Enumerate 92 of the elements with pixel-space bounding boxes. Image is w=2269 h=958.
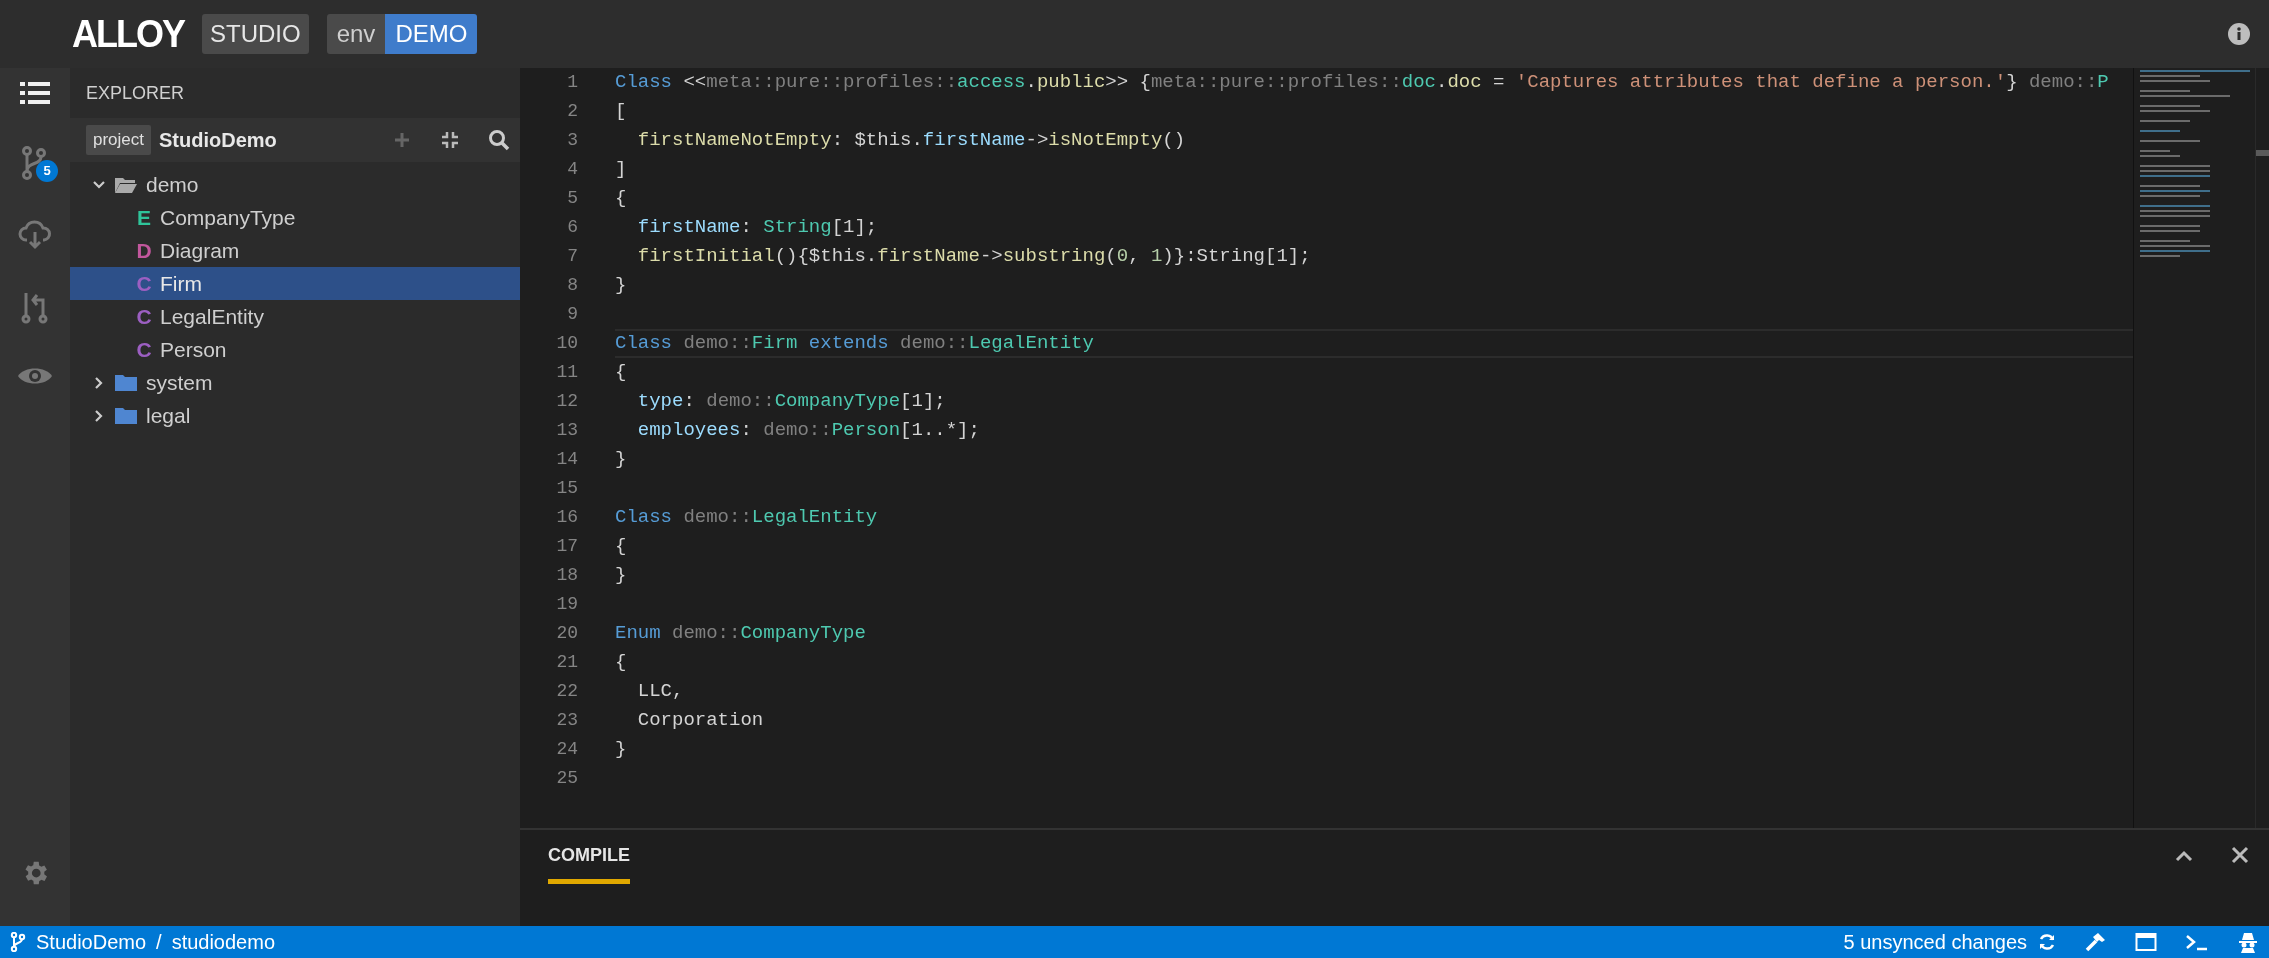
hammer-icon[interactable] [2085,931,2107,953]
line-number: 25 [555,767,578,790]
class-type-icon: C [136,300,152,333]
line-number: 7 [566,245,578,268]
line-number: 11 [555,361,578,384]
info-icon[interactable] [2227,22,2251,46]
code-line: LLC, [636,679,684,705]
line-number: 19 [555,593,578,616]
collapse-icon[interactable] [440,130,460,150]
code-line: Class <<meta::pure::profiles::access.public>> {meta::pure::profiles::doc.doc = 'Captures attributes that define a person.'} demo::P [615,70,2109,96]
folder-item[interactable]: system [70,366,520,399]
branch-icon [10,932,26,952]
code-line: firstNameNotEmpty: $this.firstName->isNotEmpty() [636,128,1186,154]
code-line: } [615,273,627,299]
line-number: 17 [555,535,578,558]
list-icon[interactable] [20,80,50,106]
env-label: env [326,14,386,54]
line-number: 22 [555,680,578,703]
line-number: 12 [555,390,578,413]
search-icon[interactable] [488,129,510,151]
line-number: 4 [566,158,578,181]
project-name: StudioDemo [159,128,277,153]
incognito-icon[interactable] [2237,931,2259,953]
workspace-name[interactable]: studiodemo [171,927,276,957]
code-line: Class demo::Firm extends demo::LegalEntity [615,331,1094,357]
code-line: Corporation [636,708,764,734]
code-line: firstName: String[1]; [636,215,878,241]
class-type-icon: C [136,267,152,300]
file-item[interactable]: C Firm [70,267,520,300]
code-line: [ [615,99,627,125]
line-number: 8 [566,274,578,297]
line-number: 14 [555,448,578,471]
env-value: DEMO [385,14,478,54]
folder-icon [114,373,138,392]
terminal-icon[interactable] [2185,933,2209,951]
app-badge: STUDIO [202,14,309,54]
line-number: 20 [555,622,578,645]
enum-type-icon: E [136,201,152,234]
line-number: 10 [555,332,578,355]
folder-icon [114,406,138,425]
file-item[interactable]: C Person [70,333,520,366]
file-item[interactable]: C LegalEntity [70,300,520,333]
logo: ALLOY [72,14,184,54]
line-number: 2 [566,100,578,123]
line-number: 15 [555,477,578,500]
pull-icon[interactable] [21,290,49,324]
line-number: 9 [566,303,578,326]
folder-item[interactable]: demo [70,168,520,201]
sync-icon[interactable] [2037,932,2057,952]
code-line: type: demo::CompanyType[1]; [636,389,946,415]
add-icon[interactable] [392,130,412,150]
code-line: Class demo::LegalEntity [615,505,878,531]
code-line: { [615,534,627,560]
class-type-icon: C [136,333,152,366]
file-item[interactable]: D Diagram [70,234,520,267]
folder-item[interactable]: legal [70,399,520,432]
line-number: 23 [555,709,578,732]
path-separator: / [156,930,162,955]
code-line: { [615,186,627,212]
code-line: { [615,360,627,386]
line-number: 3 [566,129,578,152]
line-number: 18 [555,564,578,587]
panel-title: EXPLORER [86,81,185,105]
window-icon[interactable] [2135,932,2157,952]
code-line: } [615,737,627,763]
line-number: 16 [555,506,578,529]
project-tag: project [86,125,152,155]
line-number: 1 [566,71,578,94]
chevron-up-icon[interactable] [2175,850,2193,862]
line-number: 21 [555,651,578,674]
line-number: 5 [566,187,578,210]
line-number: 6 [566,216,578,239]
line-number: 13 [555,419,578,442]
close-icon[interactable] [2231,846,2249,864]
file-item[interactable]: E CompanyType [70,201,520,234]
folder-icon [114,175,138,194]
panel-tab[interactable]: COMPILE [548,842,630,884]
cloud-icon[interactable] [18,220,52,250]
scrollbar-thumb[interactable] [2256,150,2269,156]
code-line: { [615,650,627,676]
unsynced-changes[interactable]: 5 unsynced changes [1843,927,2027,957]
line-number: 24 [555,738,578,761]
branch-icon[interactable] [21,146,49,180]
project-name[interactable]: StudioDemo [36,927,147,957]
code-line: } [615,563,627,589]
code-line: employees: demo::Person[1..*]; [636,418,980,444]
count-badge: 5 [36,160,58,182]
code-line: Enum demo::CompanyType [615,621,866,647]
diagram-type-icon: D [136,234,152,267]
code-line: ] [615,157,627,183]
code-line: firstInitial(){$this.firstName->substring(0, 1)}:String[1]; [636,244,1311,270]
code-line: } [615,447,627,473]
